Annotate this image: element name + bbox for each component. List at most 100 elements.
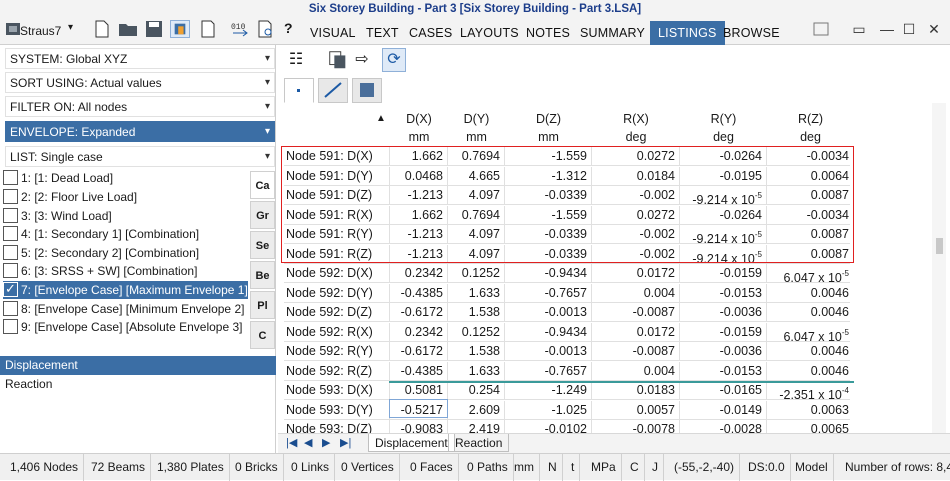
table-row[interactable]: Node 593: D(Z) -0.9083 2.419 -0.0102 -0.0078… xyxy=(284,420,850,433)
close-icon[interactable]: ✕ xyxy=(925,20,943,38)
table-cell[interactable]: -0.0165 xyxy=(680,381,767,400)
table-cell[interactable]: 0.0046 xyxy=(767,284,850,303)
minimize-icon[interactable]: — xyxy=(878,20,896,38)
table-cell[interactable]: -0.0149 xyxy=(680,400,767,420)
table-cell[interactable]: -0.0087 xyxy=(592,303,680,322)
focused-cell[interactable] xyxy=(389,399,448,418)
table-cell[interactable]: -1.559 xyxy=(505,205,592,225)
table-cell[interactable]: -0.0087 xyxy=(592,342,680,361)
table-cell[interactable]: 1.662 xyxy=(390,205,448,225)
tab-c[interactable]: C xyxy=(250,321,275,349)
tab-reaction[interactable]: Reaction xyxy=(448,434,510,452)
table-cell[interactable]: 4.665 xyxy=(448,166,505,186)
tab-displacement[interactable]: Displacement xyxy=(368,434,455,452)
table-cell[interactable]: -0.0159 xyxy=(680,322,767,342)
table-row[interactable]: Node 591: R(Y) -1.213 4.097 -0.0339 -0.002 -9… xyxy=(284,225,850,246)
table-cell[interactable]: 0.0172 xyxy=(592,264,680,283)
table-cell[interactable]: -9.214 x 10-5 xyxy=(680,225,767,246)
table-cell[interactable]: 0.7694 xyxy=(448,147,505,166)
table-cell[interactable]: -1.559 xyxy=(505,147,592,166)
status-unit-force[interactable]: N xyxy=(543,454,563,481)
table-cell[interactable]: -0.0036 xyxy=(680,342,767,361)
table-cell[interactable]: 4.097 xyxy=(448,244,505,264)
menu-notes[interactable]: NOTES xyxy=(518,21,578,45)
case-item[interactable]: 3: [3: Wind Load] xyxy=(3,207,248,225)
table-cell[interactable]: 1.538 xyxy=(448,303,505,322)
status-unit-stress[interactable]: MPa xyxy=(586,454,622,481)
table-cell[interactable]: -0.0339 xyxy=(505,186,592,205)
table-cell[interactable]: -0.0339 xyxy=(505,244,592,264)
table-cell[interactable]: 2.419 xyxy=(448,420,505,433)
table-cell[interactable]: 1.633 xyxy=(448,361,505,381)
table-cell[interactable]: 0.0087 xyxy=(767,225,850,244)
menu-text[interactable]: TEXT xyxy=(358,21,407,45)
table-row[interactable]: Node 591: D(Z) -1.213 4.097 -0.0339 -0.002 -9… xyxy=(284,186,850,207)
table-cell[interactable]: 1.633 xyxy=(448,283,505,303)
table-cell[interactable]: -0.0028 xyxy=(680,420,767,433)
table-cell[interactable]: 0.0063 xyxy=(767,401,850,420)
table-cell[interactable]: -0.4385 xyxy=(390,361,448,381)
case-item[interactable]: 1: [1: Dead Load] xyxy=(3,169,248,187)
table-cell[interactable]: -2.351 x 10-4 xyxy=(767,381,850,402)
table-cell[interactable]: 0.0184 xyxy=(592,166,680,186)
table-cell[interactable]: -0.0036 xyxy=(680,303,767,322)
sort-dropdown[interactable]: SORT USING: Actual values ▾ xyxy=(5,72,275,93)
table-cell[interactable]: 1.662 xyxy=(390,147,448,166)
tab-plate-entity[interactable] xyxy=(352,78,382,103)
table-cell[interactable]: -0.9434 xyxy=(505,264,592,283)
table-row[interactable]: Node 592: D(X) 0.2342 0.1252 -0.9434 0.0172 -… xyxy=(284,264,850,285)
table-cell[interactable]: -0.4385 xyxy=(390,283,448,303)
table-cell[interactable]: -9.214 x 10-5 xyxy=(680,244,767,266)
save-icon[interactable] xyxy=(144,20,164,38)
table-cell[interactable]: -1.213 xyxy=(390,186,448,205)
case-item[interactable]: 2: [2: Floor Live Load] xyxy=(3,188,248,206)
table-cell[interactable]: -9.214 x 10-5 xyxy=(680,186,767,207)
table-cell[interactable]: 0.0272 xyxy=(592,147,680,166)
tab-groups[interactable]: Gr xyxy=(250,201,275,229)
table-cell[interactable]: 0.0064 xyxy=(767,167,850,186)
table-cell[interactable]: 2.609 xyxy=(448,400,505,420)
column-header[interactable]: D(X) xyxy=(390,109,448,129)
table-cell[interactable]: -1.249 xyxy=(505,381,592,400)
table-cell[interactable]: 0.0172 xyxy=(592,322,680,342)
status-unit-mass[interactable]: t xyxy=(566,454,581,481)
tab-node-entity[interactable] xyxy=(284,78,314,103)
filter-dropdown[interactable]: FILTER ON: All nodes ▾ xyxy=(5,96,275,117)
table-cell[interactable]: -0.6172 xyxy=(390,303,448,322)
table-cell[interactable]: -0.002 xyxy=(592,244,680,264)
prev-page-icon[interactable]: ◀ xyxy=(304,436,312,449)
tab-beam-entity[interactable] xyxy=(318,78,348,103)
maximize-icon[interactable]: ☐ xyxy=(900,20,918,38)
case-item[interactable]: 9: [Envelope Case] [Absolute Envelope 3] xyxy=(3,318,248,336)
case-item[interactable]: 4: [1: Secondary 1] [Combination] xyxy=(3,225,248,243)
table-cell[interactable]: -0.0013 xyxy=(505,342,592,361)
table-row[interactable]: Node 592: R(Y) -0.6172 1.538 -0.0013 -0.0087… xyxy=(284,342,850,361)
menu-layouts[interactable]: LAYOUTS xyxy=(452,21,527,45)
open-folder-icon[interactable] xyxy=(118,20,138,38)
table-row[interactable]: Node 593: D(Y) -0.5217 2.609 -1.025 0.0057 -0… xyxy=(284,400,850,420)
case-checkbox[interactable] xyxy=(3,226,18,242)
case-checkbox[interactable] xyxy=(3,301,18,317)
table-cell[interactable]: 4.097 xyxy=(448,186,505,205)
table-row[interactable]: Node 591: R(X) 1.662 0.7694 -1.559 0.0272 -0.… xyxy=(284,205,850,225)
table-row[interactable]: Node 592: R(Z) -0.4385 1.633 -0.7657 0.004 -0… xyxy=(284,361,850,381)
case-item[interactable]: 8: [Envelope Case] [Minimum Envelope 2] xyxy=(3,300,248,318)
report-icon[interactable] xyxy=(198,20,218,38)
table-cell[interactable]: -0.0078 xyxy=(592,420,680,433)
table-cell[interactable]: 0.0046 xyxy=(767,362,850,381)
table-cell[interactable]: -0.0034 xyxy=(767,147,850,166)
table-cell[interactable]: -0.0153 xyxy=(680,283,767,303)
tab-sets[interactable]: Se xyxy=(250,231,275,259)
tab-cases[interactable]: Ca xyxy=(250,171,275,199)
tab-beams[interactable]: Be xyxy=(250,261,275,289)
case-item-selected[interactable]: 7: [Envelope Case] [Maximum Envelope 1] xyxy=(3,280,248,299)
document-search-icon[interactable] xyxy=(256,20,276,38)
table-cell[interactable]: 0.1252 xyxy=(448,264,505,283)
table-cell[interactable]: -0.7657 xyxy=(505,283,592,303)
table-row[interactable]: Node 591: D(Y) 0.0468 4.665 -1.312 0.0184 -0.… xyxy=(284,166,850,186)
table-cell[interactable]: 0.2342 xyxy=(390,264,448,283)
table-cell[interactable]: -0.0153 xyxy=(680,361,767,381)
table-cell[interactable]: -0.9434 xyxy=(505,322,592,342)
table-cell[interactable]: 6.047 x 10-5 xyxy=(767,264,850,285)
copy-table-icon[interactable] xyxy=(326,48,350,72)
